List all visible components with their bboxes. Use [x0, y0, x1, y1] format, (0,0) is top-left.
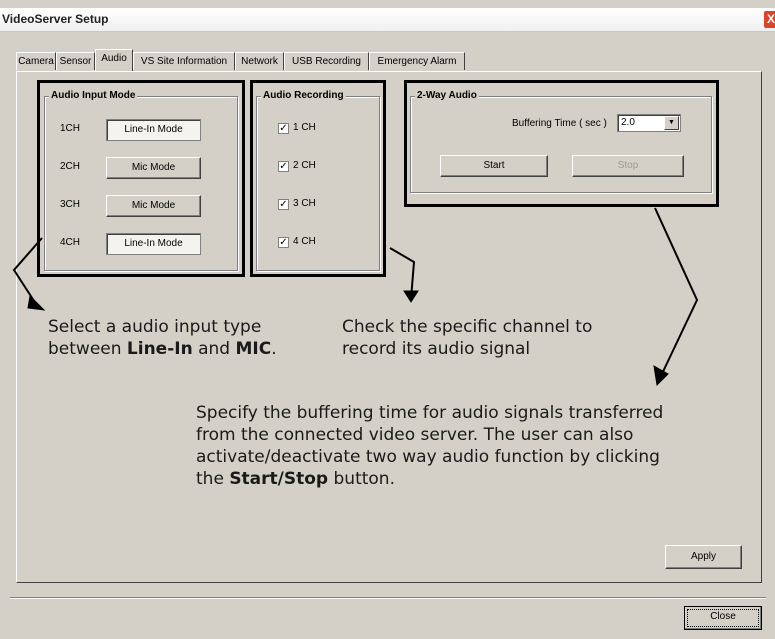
input-type-annotation: Select a audio input type between Line-I… — [48, 316, 277, 360]
recording-annotation: Check the specific channel to record its… — [342, 316, 592, 360]
buffer-annotation-text: the — [196, 469, 230, 489]
footer-separator — [10, 597, 766, 599]
buffer-annotation-line-1: Specify the buffering time for audio sig… — [196, 403, 664, 423]
buffer-annotation-line-4: the Start/Stop button. — [196, 468, 663, 490]
input-callout-arrow — [12, 237, 43, 305]
buffer-annotation-line-2: from the connected video server. The use… — [196, 425, 634, 445]
two-way-callout-arrow — [654, 207, 699, 379]
input-annotation-line-1: Select a audio input type — [48, 317, 262, 337]
apply-button[interactable]: Apply — [665, 545, 742, 569]
input-arrowhead — [27, 294, 46, 311]
record-arrowhead — [403, 290, 419, 303]
input-annotation-text: between — [48, 339, 127, 359]
input-annotation-mic: MIC — [235, 339, 272, 359]
input-annotation-line-in: Line-In — [126, 339, 193, 359]
videoserver-setup-window: VideoServer Setup X Camera Sensor Audio … — [0, 0, 775, 639]
buffer-annotation-start-stop: Start/Stop — [229, 469, 329, 489]
buffering-annotation: Specify the buffering time for audio sig… — [196, 402, 663, 490]
input-annotation-line-2: between Line-In and MIC. — [48, 338, 277, 360]
tab-audio[interactable]: Audio — [95, 49, 133, 71]
buffer-annotation-line-3: activate/deactivate two way audio functi… — [196, 447, 660, 467]
two-way-arrowhead — [653, 365, 669, 387]
close-button[interactable]: Close — [684, 606, 762, 630]
record-annotation-line-1: Check the specific channel to — [342, 317, 593, 337]
input-annotation-text: . — [271, 339, 277, 359]
buffer-annotation-text: button. — [328, 469, 395, 489]
input-annotation-text: and — [192, 339, 236, 359]
record-annotation-line-2: record its audio signal — [342, 339, 531, 359]
